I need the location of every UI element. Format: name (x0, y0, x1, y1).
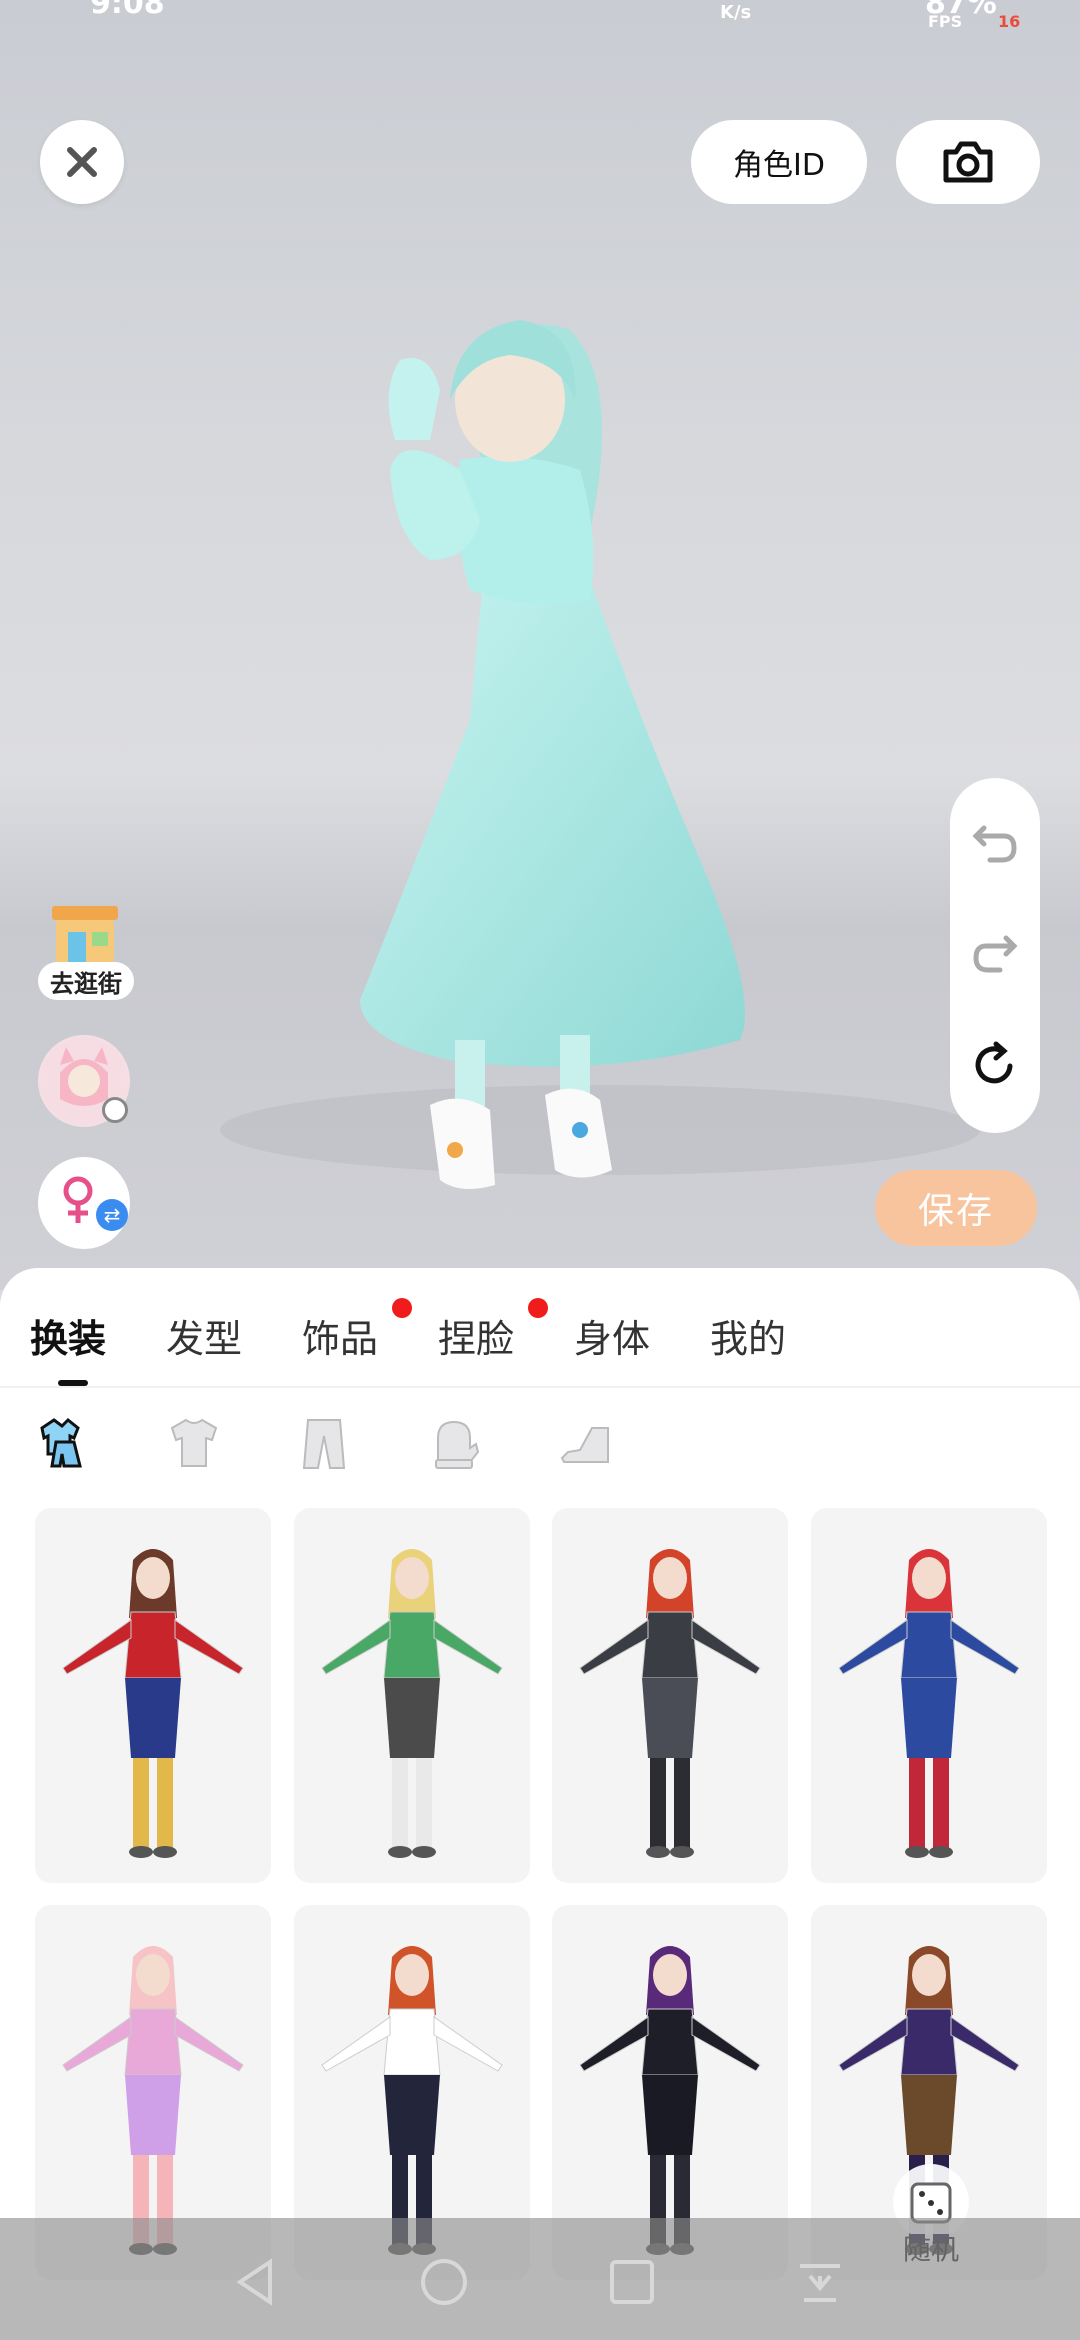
tab-outfit[interactable]: 换装 (30, 1308, 106, 1363)
shoes-icon[interactable] (554, 1414, 614, 1474)
camera-button[interactable] (896, 120, 1040, 204)
ban-icon (102, 1097, 128, 1123)
role-id-label: 角色ID (733, 148, 825, 183)
divider (0, 1386, 1080, 1388)
swap-icon: ⇄ (96, 1199, 128, 1231)
outfit-set-icon[interactable] (34, 1414, 94, 1474)
undo-icon[interactable] (970, 818, 1020, 868)
gloves-icon[interactable] (424, 1414, 484, 1474)
face-badge (528, 1298, 548, 1318)
tab-accessories[interactable]: 饰品 (302, 1308, 378, 1363)
outfit-figure-captain-outfit (838, 1549, 1020, 1858)
shop-label: 去逛街 (38, 962, 134, 1000)
outfit-card-captain-outfit[interactable] (811, 1508, 1047, 1883)
avatar-preset-button[interactable] (38, 1035, 130, 1127)
outfit-figure-green-robe-outfit (321, 1549, 503, 1858)
go-shopping-button[interactable]: 去逛街 (38, 902, 134, 1000)
outfit-figure-black-combat-outfit (579, 1549, 761, 1858)
top-icon[interactable] (164, 1414, 224, 1474)
fps-label: FPS (928, 12, 963, 31)
pants-icon[interactable] (294, 1414, 354, 1474)
fps-value: 16 (998, 12, 1021, 31)
history-panel (950, 778, 1040, 1133)
home-icon[interactable] (418, 2256, 470, 2308)
gender-switch-button[interactable]: ⇄ (38, 1157, 130, 1249)
camera-icon (943, 141, 993, 183)
outfit-card-green-robe-outfit[interactable] (294, 1508, 530, 1883)
status-bar: 9:08 K/s 87% FPS 16 (0, 0, 1080, 31)
notification-pull-icon[interactable] (794, 2256, 846, 2308)
outfit-card-black-combat-outfit[interactable] (552, 1508, 788, 1883)
close-button[interactable] (40, 120, 124, 204)
status-net-speed: K/s (720, 2, 752, 23)
outfit-figure-wonder-outfit (62, 1549, 244, 1858)
role-id-button[interactable]: 角色ID (691, 120, 867, 204)
tab-body[interactable]: 身体 (574, 1308, 650, 1363)
close-icon (67, 147, 97, 177)
outfit-card-wonder-outfit[interactable] (35, 1508, 271, 1883)
tab-face[interactable]: 捏脸 (438, 1308, 514, 1363)
save-button[interactable]: 保存 (875, 1170, 1037, 1246)
recents-icon[interactable] (606, 2256, 658, 2308)
back-icon[interactable] (230, 2256, 282, 2308)
accessories-badge (392, 1298, 412, 1318)
tab-hair[interactable]: 发型 (166, 1308, 242, 1363)
system-nav-bar (0, 2218, 1080, 2340)
tab-mine[interactable]: 我的 (710, 1308, 786, 1363)
redo-icon[interactable] (970, 928, 1020, 978)
reset-icon[interactable] (970, 1040, 1020, 1090)
avatar-3d-viewport[interactable]: 9:08 K/s 87% FPS 16 角色ID 去逛街 ⇄ 保存 (0, 0, 1080, 1290)
status-time: 9:08 (90, 0, 165, 21)
